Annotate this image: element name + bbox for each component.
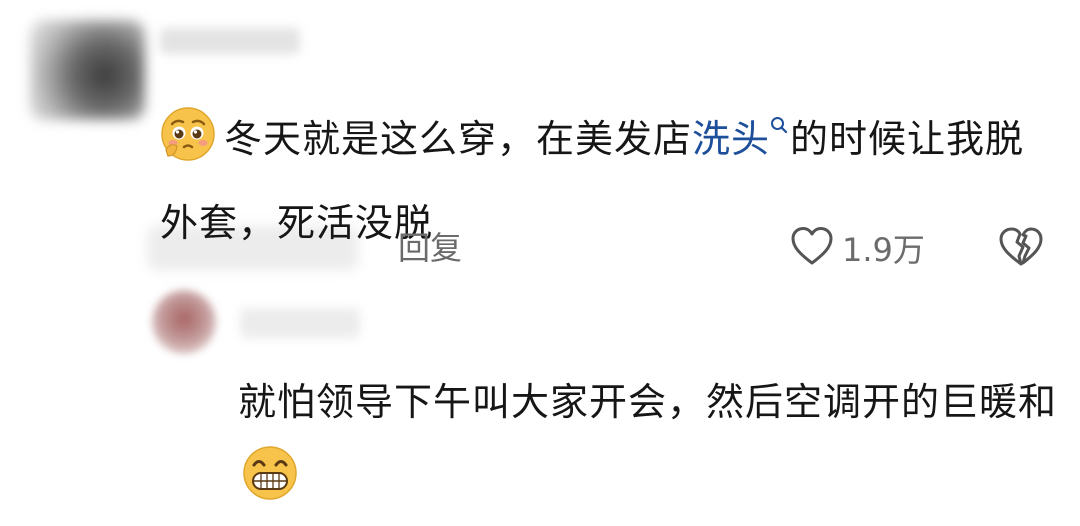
search-icon[interactable] bbox=[770, 84, 788, 158]
avatar[interactable] bbox=[30, 20, 145, 120]
search-link[interactable]: 洗头 bbox=[692, 117, 770, 161]
reply-text: 就怕领导下午叫大家开会，然后空调开的巨暖和 bbox=[238, 364, 1058, 526]
heart-icon[interactable] bbox=[790, 226, 834, 270]
pleading-face-emoji bbox=[160, 106, 216, 186]
reply-button[interactable]: 回复 bbox=[398, 226, 462, 270]
grinning-face-emoji bbox=[242, 445, 298, 526]
like-button[interactable]: 1.9万 bbox=[790, 226, 925, 270]
reply-avatar[interactable] bbox=[152, 290, 216, 354]
dislike-button[interactable] bbox=[998, 226, 1044, 272]
broken-heart-icon[interactable] bbox=[998, 227, 1044, 272]
username-blurred[interactable] bbox=[160, 28, 300, 54]
comment-text: 冬天就是这么穿，在美发店洗头 的时候让我脱外套，死活没脱 bbox=[160, 84, 1060, 260]
reply-username-blurred[interactable] bbox=[240, 308, 360, 338]
like-count: 1.9万 bbox=[842, 231, 925, 269]
reply-text-body: 就怕领导下午叫大家开会，然后空调开的巨暖和 bbox=[238, 380, 1058, 424]
comment-text-before: 冬天就是这么穿，在美发店 bbox=[224, 117, 693, 161]
